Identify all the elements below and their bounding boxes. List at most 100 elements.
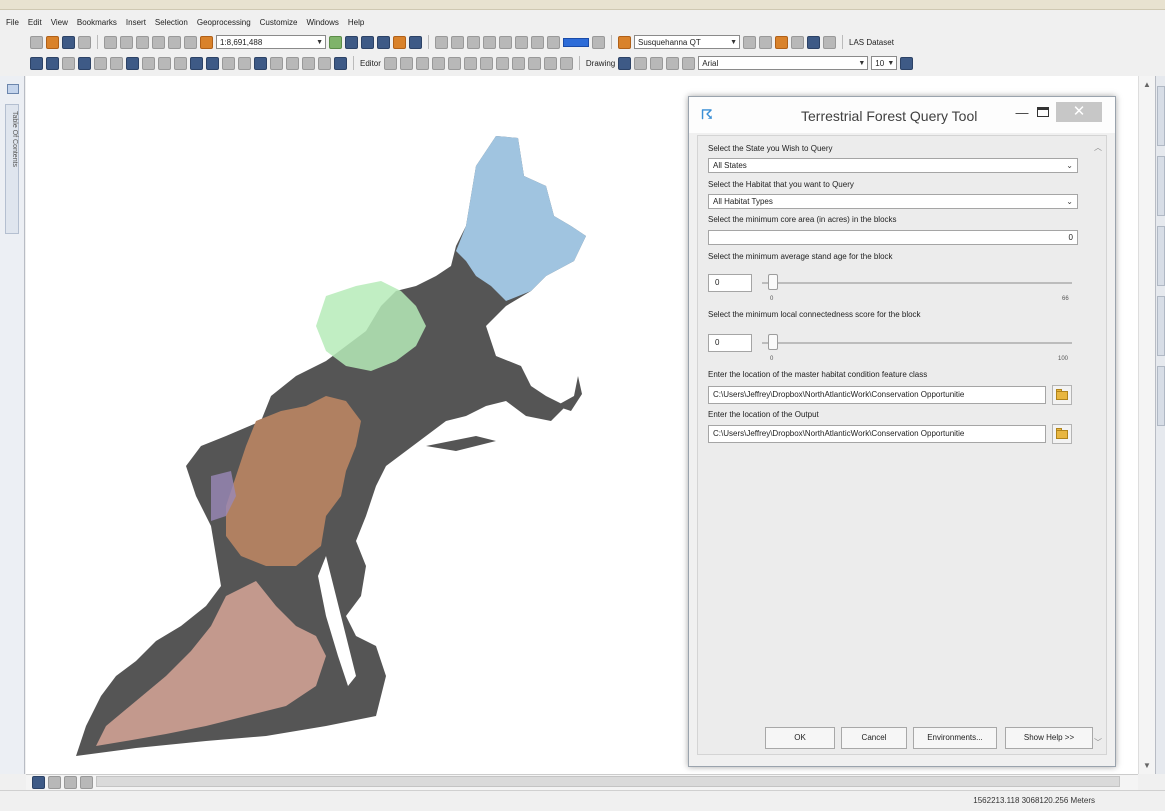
show-help-button[interactable]: Show Help >> bbox=[1005, 727, 1093, 749]
tool-icon[interactable] bbox=[435, 35, 448, 49]
identify-icon[interactable] bbox=[206, 56, 219, 70]
edit-tool-icon[interactable] bbox=[463, 56, 477, 70]
cut-icon[interactable] bbox=[104, 35, 117, 49]
menu-bookmarks[interactable]: Bookmarks bbox=[77, 18, 117, 27]
menu-customize[interactable]: Customize bbox=[260, 18, 298, 27]
edit-tool-icon[interactable] bbox=[527, 56, 541, 70]
search-window-icon[interactable] bbox=[377, 35, 390, 49]
ok-button[interactable]: OK bbox=[765, 727, 835, 749]
catalog-icon[interactable] bbox=[361, 35, 374, 49]
menu-file[interactable]: File bbox=[6, 18, 19, 27]
state-select[interactable]: All States ⌄ bbox=[708, 158, 1078, 173]
browse-output-button[interactable] bbox=[1052, 424, 1072, 444]
open-folder-icon[interactable] bbox=[46, 35, 59, 49]
menu-insert[interactable]: Insert bbox=[126, 18, 146, 27]
arctoolbox-icon[interactable] bbox=[393, 35, 406, 49]
tool-icon[interactable] bbox=[547, 35, 560, 49]
add-data-icon[interactable] bbox=[200, 35, 213, 49]
map-scale-combo[interactable]: 1:8,691,488 ▼ bbox=[216, 35, 326, 49]
rotate-icon[interactable] bbox=[634, 56, 648, 70]
table-of-contents-icon[interactable] bbox=[345, 35, 358, 49]
scroll-down-icon[interactable]: ﹀ bbox=[1094, 737, 1102, 748]
las-dataset-label[interactable]: LAS Dataset bbox=[849, 38, 894, 47]
bold-icon[interactable] bbox=[900, 56, 914, 70]
edit-tool-icon[interactable] bbox=[383, 56, 397, 70]
layer-combo[interactable]: Susquehanna QT ▼ bbox=[634, 35, 740, 49]
data-view-icon[interactable] bbox=[32, 776, 45, 789]
layout-view-icon[interactable] bbox=[48, 776, 61, 789]
zoom-out-icon[interactable] bbox=[46, 56, 59, 70]
connectedness-slider-thumb[interactable] bbox=[768, 334, 778, 350]
edit-tool-icon[interactable] bbox=[431, 56, 445, 70]
menu-help[interactable]: Help bbox=[348, 18, 364, 27]
editor-menu[interactable]: Editor bbox=[360, 59, 381, 68]
edit-tool-icon[interactable] bbox=[495, 56, 509, 70]
menu-selection[interactable]: Selection bbox=[155, 18, 188, 27]
parameters-scrollbar[interactable]: ︿ ﹀ bbox=[1090, 136, 1106, 754]
minimize-button[interactable]: — bbox=[1014, 106, 1030, 121]
tool-icon[interactable] bbox=[823, 35, 836, 49]
back-arrow-icon[interactable] bbox=[126, 56, 139, 70]
scroll-down-icon[interactable]: ▼ bbox=[1143, 761, 1151, 770]
environments-button[interactable]: Environments... bbox=[913, 727, 997, 749]
scroll-up-icon[interactable]: ▲ bbox=[1143, 80, 1151, 89]
full-extent-icon[interactable] bbox=[78, 56, 91, 70]
tool-icon[interactable] bbox=[743, 35, 756, 49]
stand-age-input[interactable]: 0 bbox=[708, 274, 752, 292]
font-size-combo[interactable]: 10 ▼ bbox=[871, 56, 898, 70]
edit-tool-icon[interactable] bbox=[415, 56, 429, 70]
refresh-icon[interactable] bbox=[64, 776, 77, 789]
menu-windows[interactable]: Windows bbox=[306, 18, 338, 27]
edit-tool-icon[interactable] bbox=[543, 56, 557, 70]
tool-icon[interactable] bbox=[451, 35, 464, 49]
editor-toolbar-icon[interactable] bbox=[329, 35, 342, 49]
edit-tool-icon[interactable] bbox=[399, 56, 413, 70]
menu-view[interactable]: View bbox=[51, 18, 68, 27]
select-elements-icon[interactable] bbox=[190, 56, 203, 70]
edit-tool-icon[interactable] bbox=[559, 56, 573, 70]
html-popup-icon[interactable] bbox=[238, 56, 251, 70]
delete-icon[interactable] bbox=[152, 35, 165, 49]
tool-icon[interactable] bbox=[759, 35, 772, 49]
new-document-icon[interactable] bbox=[30, 35, 43, 49]
connectedness-slider-track[interactable] bbox=[762, 342, 1072, 344]
tool-icon[interactable] bbox=[515, 35, 528, 49]
dock-tab[interactable] bbox=[1157, 366, 1165, 426]
core-area-input[interactable]: 0 bbox=[708, 230, 1078, 245]
find-icon[interactable] bbox=[270, 56, 283, 70]
connectedness-input[interactable]: 0 bbox=[708, 334, 752, 352]
dialog-titlebar[interactable]: ☈ Terrestrial Forest Query Tool — ✕ bbox=[689, 97, 1115, 133]
scroll-up-icon[interactable]: ︿ bbox=[1094, 142, 1102, 153]
dock-tab[interactable] bbox=[1157, 226, 1165, 286]
viewer-icon[interactable] bbox=[334, 56, 347, 70]
clear-selection-icon[interactable] bbox=[174, 56, 187, 70]
output-path-input[interactable]: C:\Users\Jeffrey\Dropbox\NorthAtlanticWo… bbox=[708, 425, 1046, 443]
dock-tab[interactable] bbox=[1157, 156, 1165, 216]
undo-icon[interactable] bbox=[168, 35, 181, 49]
rectangle-icon[interactable] bbox=[650, 56, 664, 70]
drawing-menu[interactable]: Drawing bbox=[586, 59, 615, 68]
paste-icon[interactable] bbox=[136, 35, 149, 49]
menu-edit[interactable]: Edit bbox=[28, 18, 42, 27]
maximize-button[interactable] bbox=[1037, 107, 1049, 117]
cancel-button[interactable]: Cancel bbox=[841, 727, 907, 749]
tool-icon[interactable] bbox=[791, 35, 804, 49]
font-combo[interactable]: Arial ▼ bbox=[698, 56, 869, 70]
auto-hide-pin-icon[interactable] bbox=[7, 84, 19, 94]
fixed-zoom-in-icon[interactable] bbox=[94, 56, 107, 70]
master-habitat-path-input[interactable]: C:\Users\Jeffrey\Dropbox\NorthAtlanticWo… bbox=[708, 386, 1046, 404]
tool-icon[interactable] bbox=[499, 35, 512, 49]
edit-tool-icon[interactable] bbox=[447, 56, 461, 70]
copy-icon[interactable] bbox=[120, 35, 133, 49]
measure-icon[interactable] bbox=[254, 56, 267, 70]
tool-icon[interactable] bbox=[467, 35, 480, 49]
text-icon[interactable] bbox=[666, 56, 680, 70]
select-arrow-icon[interactable] bbox=[618, 56, 632, 70]
python-window-icon[interactable] bbox=[409, 35, 422, 49]
tool-icon[interactable] bbox=[483, 35, 496, 49]
tool-icon[interactable] bbox=[531, 35, 544, 49]
stand-age-slider-track[interactable] bbox=[762, 282, 1072, 284]
forward-arrow-icon[interactable] bbox=[142, 56, 155, 70]
tool-icon[interactable] bbox=[775, 35, 788, 49]
browse-master-button[interactable] bbox=[1052, 385, 1072, 405]
